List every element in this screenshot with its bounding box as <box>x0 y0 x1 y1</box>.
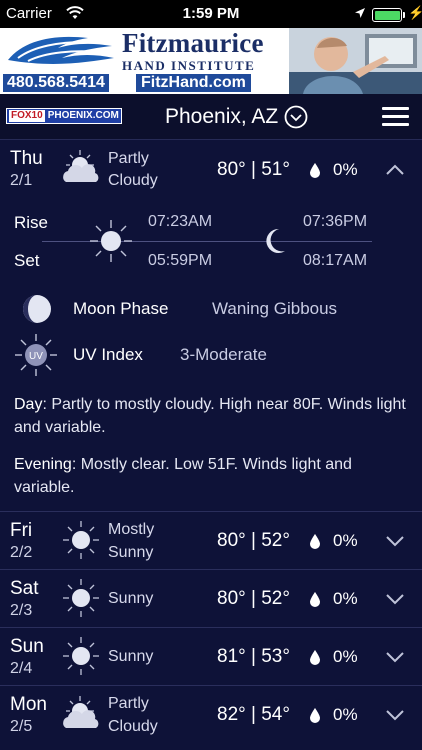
precip-chance: 0% <box>333 589 358 608</box>
day-name: Mon <box>10 694 47 715</box>
condition-line1: Sunny <box>108 590 154 607</box>
day-name: Fri <box>10 520 33 541</box>
condition-line1: Partly <box>108 150 149 167</box>
condition-line1: Partly <box>108 695 149 712</box>
forecast-row-fri[interactable]: Fri 2/2 Mostly Sunny 80° | 52° 0% <box>0 512 422 570</box>
temps: 82° | 54° <box>217 704 290 725</box>
sun-icon <box>63 579 99 617</box>
precip-chance: 0% <box>333 160 358 179</box>
chevron-down-icon[interactable] <box>385 708 405 722</box>
condition-line1: Sunny <box>108 648 154 665</box>
moonrise-time: 07:36PM <box>303 213 368 230</box>
logo-text: PHOENIX.COM <box>47 110 119 121</box>
sun-icon <box>90 220 132 262</box>
precip-chance: 0% <box>333 705 358 724</box>
precip-chance: 0% <box>333 647 358 666</box>
day-date: 2/3 <box>10 602 33 619</box>
condition-line1: Mostly <box>108 521 155 538</box>
raindrop-icon <box>310 534 320 549</box>
forecast-row-sun[interactable]: Sun 2/4 Sunny 81° | 53° 0% <box>0 628 422 686</box>
forecast-row-today[interactable]: Thu 2/1 Partly Cloudy 80° | 51° 0% <box>0 140 422 202</box>
raindrop-icon <box>310 650 320 665</box>
hand-logo-icon <box>8 36 114 64</box>
day-label: Day <box>14 396 43 413</box>
uv-index-value: 3-Moderate <box>180 345 267 364</box>
ad-subtitle: HAND INSTITUTE <box>122 58 256 73</box>
uv-index-icon: UV <box>15 334 57 376</box>
rise-label: Rise <box>14 213 49 232</box>
day-date: 2/1 <box>10 172 33 189</box>
ad-banner[interactable]: Fitzmaurice HAND INSTITUTE 480.568.5414 … <box>0 28 422 94</box>
day-forecast-text: Day: Partly to mostly cloudy. High near … <box>14 393 410 439</box>
ad-phone: 480.568.5414 <box>3 74 109 92</box>
fox10-logo[interactable]: FOX10 PHOENIX.COM <box>6 108 122 124</box>
day-name: Sun <box>10 636 44 657</box>
sun-icon <box>63 637 99 675</box>
header-bar: FOX10 PHOENIX.COM Phoenix, AZ <box>0 94 422 140</box>
temps: 80° | 51° <box>217 159 290 180</box>
evening-forecast-text: Evening: Mostly clear. Low 51F. Winds li… <box>14 453 410 499</box>
day-date: 2/4 <box>10 660 33 677</box>
day-date: 2/2 <box>10 544 33 561</box>
moon-phase-icon <box>23 295 51 323</box>
precip-chance: 0% <box>333 531 358 550</box>
day-text: : Partly to mostly cloudy. High near 80F… <box>14 396 406 436</box>
raindrop-icon <box>310 592 320 607</box>
partly-cloudy-icon <box>63 696 99 728</box>
raindrop-icon <box>310 708 320 723</box>
battery-icon <box>372 8 402 22</box>
evening-label: Evening <box>14 456 72 473</box>
partly-cloudy-icon <box>63 150 99 182</box>
doctor-photo <box>289 28 422 94</box>
logo-fox: FOX10 <box>9 110 45 122</box>
chevron-up-icon[interactable] <box>385 163 405 177</box>
chevron-down-icon[interactable] <box>385 592 405 606</box>
sun-icon <box>63 521 99 559</box>
sunset-time: 05:59PM <box>148 252 213 269</box>
ad-title: Fitzmaurice <box>122 28 264 58</box>
uv-index-label: UV Index <box>73 345 143 364</box>
temps: 80° | 52° <box>217 530 290 551</box>
location-arrow-icon <box>355 8 365 18</box>
day-name: Thu <box>10 148 43 169</box>
sunrise-time: 07:23AM <box>148 213 213 230</box>
condition-line2: Cloudy <box>108 172 158 189</box>
condition-line2: Sunny <box>108 544 154 561</box>
temps: 80° | 52° <box>217 588 290 609</box>
city-name[interactable]: Phoenix, AZ <box>165 105 278 129</box>
charging-bolt-icon: ⚡ <box>408 5 422 20</box>
condition-line2: Cloudy <box>108 718 158 735</box>
temps: 81° | 53° <box>217 646 290 667</box>
moon-phase-value: Waning Gibbous <box>212 299 338 318</box>
set-label: Set <box>14 251 40 270</box>
moon-phase-label: Moon Phase <box>73 299 169 318</box>
day-date: 2/5 <box>10 718 33 735</box>
moonset-time: 08:17AM <box>303 252 368 269</box>
forecast-row-mon[interactable]: Mon 2/5 Partly Cloudy 82° | 54° 0% <box>0 686 422 744</box>
hamburger-menu-icon[interactable] <box>382 107 409 127</box>
chevron-down-circle-icon[interactable] <box>284 105 308 129</box>
moon-icon <box>266 228 285 253</box>
day-name: Sat <box>10 578 39 599</box>
raindrop-icon <box>310 163 320 178</box>
uv-icon-text: UV <box>29 351 43 362</box>
status-bar: Carrier 1:59 PM ⚡ <box>0 0 422 28</box>
chevron-down-icon[interactable] <box>385 534 405 548</box>
ad-website: FitzHand.com <box>136 74 251 92</box>
forecast-row-sat[interactable]: Sat 2/3 Sunny 80° | 52° 0% <box>0 570 422 628</box>
chevron-down-icon[interactable] <box>385 650 405 664</box>
battery-tip <box>403 12 405 18</box>
